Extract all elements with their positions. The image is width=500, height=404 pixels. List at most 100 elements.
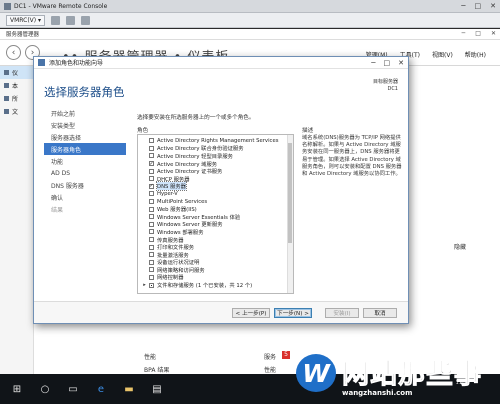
wizard-step[interactable]: 服务器角色 <box>44 143 126 155</box>
watermark-logo: W <box>296 354 336 392</box>
wizard-step[interactable]: 确认 <box>44 191 126 203</box>
vmrc-close-icon[interactable]: ✕ <box>490 2 496 10</box>
sidebar-item-local-server[interactable]: 本 <box>0 79 33 92</box>
wizard-step[interactable]: 安装类型 <box>44 119 126 131</box>
sidebar-item-dashboard[interactable]: 仪 <box>0 66 33 79</box>
role-checkbox[interactable] <box>149 252 154 258</box>
sidebar-item-label: 文 <box>12 109 19 116</box>
next-button[interactable]: 下一步(N) > <box>274 308 312 318</box>
add-roles-wizard-dialog: 添加角色和功能向导 ─ □ ✕ 选择服务器角色 目标服务器 DC1 开始之前 安装… <box>33 56 409 324</box>
vmrc-maximize-icon[interactable]: □ <box>475 2 482 10</box>
sidebar-item-label: 所 <box>12 96 19 103</box>
role-checkbox[interactable] <box>149 237 154 243</box>
role-item[interactable]: Hyper-V <box>141 190 293 198</box>
server-icon <box>4 83 9 88</box>
roles-scrollbar[interactable] <box>287 135 293 293</box>
tile-services[interactable]: 服务 <box>264 352 276 361</box>
role-checkbox[interactable] <box>149 176 154 182</box>
wizard-step[interactable]: AD DS <box>44 167 126 179</box>
wizard-close-icon[interactable]: ✕ <box>398 59 404 67</box>
alert-count-badge: 5 <box>282 351 290 359</box>
menu-view[interactable]: 视图(V) <box>432 50 453 59</box>
edge-browser-icon[interactable]: e <box>90 378 112 400</box>
sm-minimize-icon[interactable]: ─ <box>462 30 466 37</box>
wizard-minimize-icon[interactable]: ─ <box>371 59 375 67</box>
wizard-step[interactable]: DNS 服务器 <box>44 179 126 191</box>
role-checkbox[interactable] <box>149 168 154 174</box>
role-checkbox[interactable]: ✓ <box>149 161 154 167</box>
role-checkbox[interactable] <box>149 153 154 159</box>
fullscreen-icon[interactable] <box>81 15 91 25</box>
send-ctrl-alt-del-icon[interactable] <box>66 15 76 25</box>
role-checkbox[interactable] <box>149 274 154 280</box>
task-view-icon[interactable]: ▭ <box>62 378 84 400</box>
server-manager-icon[interactable]: ▤ <box>146 378 168 400</box>
vmrc-window-title: DC1 - VMware Remote Console <box>14 2 108 10</box>
hide-link[interactable]: 隐藏 <box>454 242 466 251</box>
previous-button[interactable]: < 上一步(P) <box>232 308 270 318</box>
sm-close-icon[interactable]: ✕ <box>491 30 496 37</box>
file-explorer-icon[interactable]: ▬ <box>118 378 140 400</box>
expand-arrow-icon[interactable]: ▸ <box>142 282 147 288</box>
target-server-name: DC1 <box>387 86 398 92</box>
role-description-text: 域名系统(DNS)服务器为 TCP/IP 网络提供名称解析。如果与 Active… <box>302 135 402 178</box>
role-checkbox[interactable] <box>149 282 154 288</box>
vmrc-minimize-icon[interactable]: ─ <box>461 2 465 10</box>
role-checkbox[interactable] <box>149 259 154 265</box>
role-checkbox[interactable]: ✓ <box>149 183 154 189</box>
role-item[interactable]: ✓ DNS 服务器 <box>141 181 293 192</box>
wizard-instruction: 选择要安装在所选服务器上的一个或多个角色。 <box>137 115 255 121</box>
tile-bpa-results[interactable]: BPA 结果 <box>144 365 169 374</box>
wizard-step[interactable]: 结果 <box>44 203 126 215</box>
tile-performance-2[interactable]: 性能 <box>264 365 276 374</box>
role-checkbox[interactable] <box>149 199 154 205</box>
dashboard-icon <box>4 70 9 75</box>
role-checkbox[interactable] <box>149 221 154 227</box>
role-label: DNS 服务器 <box>156 181 187 192</box>
server-manager-titlebar: 服务器管理器 ─ □ ✕ <box>0 29 500 40</box>
server-manager-title: 服务器管理器 <box>6 32 40 38</box>
tile-performance[interactable]: 性能 <box>144 352 156 361</box>
vmrc-toolbar: VMRC(V) ▾ <box>0 13 500 28</box>
wizard-footer: < 上一步(P) 下一步(N) > 安装(I) 取消 <box>34 301 408 323</box>
cancel-button[interactable]: 取消 <box>363 308 397 318</box>
role-checkbox[interactable] <box>149 145 154 151</box>
role-checkbox[interactable] <box>149 267 154 273</box>
sm-maximize-icon[interactable]: □ <box>475 30 481 37</box>
role-checkbox[interactable] <box>149 244 154 250</box>
role-checkbox[interactable] <box>149 191 154 197</box>
role-item[interactable]: ▸ 文件和存储服务 (1 个已安装，共 12 个) <box>141 281 293 289</box>
search-icon[interactable]: ○ <box>34 378 56 400</box>
sidebar-item-file-services[interactable]: 文 <box>0 105 33 118</box>
install-button[interactable]: 安装(I) <box>325 308 359 318</box>
wizard-steps-nav: 开始之前 安装类型 服务器选择 服务器角色 功能 AD DS DNS 服务器 确认 结果 <box>44 107 126 215</box>
roles-list[interactable]: Active Directory Rights Management Servi… <box>137 134 294 294</box>
target-server-info: 目标服务器 DC1 <box>373 79 398 93</box>
sidebar-item-all-servers[interactable]: 所 <box>0 92 33 105</box>
role-checkbox[interactable] <box>149 206 154 212</box>
roles-scrollbar-thumb[interactable] <box>288 143 292 243</box>
menu-help[interactable]: 帮助(H) <box>465 50 486 59</box>
wizard-maximize-icon[interactable]: □ <box>384 59 391 67</box>
wizard-step[interactable]: 功能 <box>44 155 126 167</box>
wizard-step[interactable]: 开始之前 <box>44 107 126 119</box>
role-checkbox[interactable] <box>149 229 154 235</box>
role-checkbox[interactable] <box>149 138 154 144</box>
wizard-step[interactable]: 服务器选择 <box>44 131 126 143</box>
role-checkbox[interactable] <box>149 214 154 220</box>
windows-start-icon[interactable]: ⊞ <box>6 378 28 400</box>
vmrc-menu-button[interactable]: VMRC(V) ▾ <box>6 14 46 26</box>
back-icon[interactable]: ‹ <box>6 45 21 60</box>
role-label: MultiPoint Services <box>157 198 208 205</box>
servers-icon <box>4 96 9 101</box>
wizard-app-icon <box>38 59 45 66</box>
power-icon[interactable] <box>51 15 61 25</box>
